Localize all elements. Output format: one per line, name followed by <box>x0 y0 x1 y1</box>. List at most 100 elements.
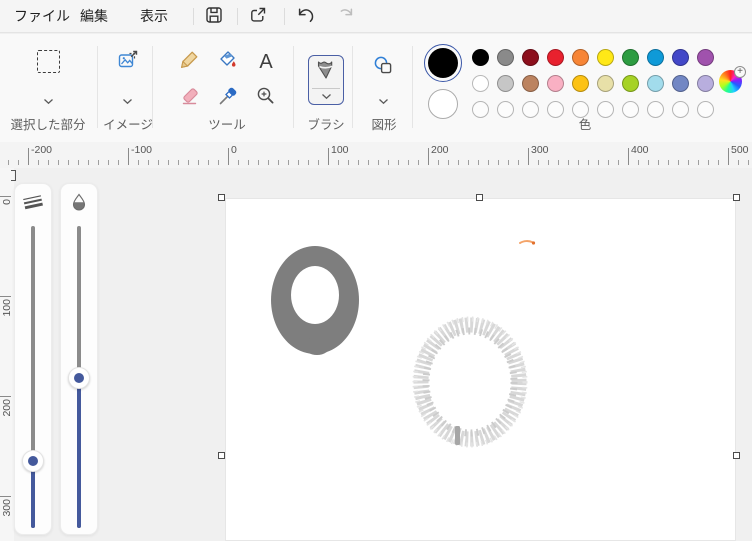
color-swatch[interactable] <box>697 74 714 92</box>
color-swatch[interactable] <box>572 74 589 92</box>
color-swatch[interactable] <box>672 48 689 66</box>
ruler-label: 500 <box>731 144 749 156</box>
ruler-tick <box>638 160 639 165</box>
color-swatch[interactable] <box>647 74 664 92</box>
vertical-ruler: 0 100 200 300 <box>0 168 14 541</box>
shapes-group-label: 図形 <box>371 118 397 132</box>
menu-view[interactable]: 表示 <box>136 0 172 33</box>
color-swatch[interactable] <box>622 74 639 92</box>
color-swatch[interactable] <box>622 48 639 66</box>
ruler-tick <box>718 160 719 165</box>
color-swatch[interactable] <box>547 48 564 66</box>
drawing-canvas[interactable] <box>225 198 736 541</box>
chevron-down-icon[interactable] <box>43 92 54 110</box>
ruler-tick <box>728 148 729 165</box>
eyedropper-tool-button[interactable] <box>216 86 240 110</box>
selection-handle-middle-right[interactable] <box>733 452 740 459</box>
horizontal-ruler: -200 -100 0 100 200 300 400 500 <box>0 142 752 168</box>
empty-color-swatch[interactable] <box>647 100 664 118</box>
empty-color-swatch[interactable] <box>697 100 714 118</box>
chevron-down-icon[interactable] <box>378 92 389 110</box>
ruler-tick <box>128 148 129 165</box>
color-swatch[interactable] <box>472 74 489 92</box>
color-swatch[interactable] <box>497 74 514 92</box>
color-swatch[interactable] <box>697 48 714 66</box>
ruler-label: 0 <box>1 199 13 205</box>
ruler-tick <box>338 160 339 165</box>
opacity-slider-thumb[interactable] <box>68 367 90 389</box>
color-swatch[interactable] <box>672 74 689 92</box>
text-tool-button[interactable]: A <box>254 50 278 74</box>
opacity-droplet-icon <box>61 190 97 214</box>
undo-button[interactable] <box>291 4 319 30</box>
brush-dropdown[interactable] <box>309 89 343 104</box>
save-button[interactable] <box>200 4 228 30</box>
empty-color-swatch[interactable] <box>622 100 639 118</box>
selection-group-label: 選択した部分 <box>10 118 86 132</box>
selection-handle-top-left[interactable] <box>218 194 225 201</box>
pencil-tool-button[interactable] <box>178 50 202 74</box>
selection-handle-middle-left[interactable] <box>218 452 225 459</box>
shapes-icon <box>373 55 395 82</box>
selection-tool-button[interactable] <box>36 49 60 73</box>
background-color-swatch[interactable] <box>428 89 458 119</box>
empty-color-swatch[interactable] <box>497 100 514 118</box>
ruler-label: 300 <box>531 144 549 156</box>
ruler-tick <box>408 160 409 165</box>
color-swatch[interactable] <box>547 74 564 92</box>
ruler-label: 100 <box>1 299 13 317</box>
share-button[interactable] <box>244 4 272 30</box>
ruler-tick <box>368 160 369 165</box>
menu-file[interactable]: ファイル <box>10 0 74 33</box>
ruler-tick <box>418 160 419 165</box>
add-color-icon[interactable]: + <box>734 66 746 78</box>
orange-dash-dot <box>531 241 536 245</box>
color-swatch[interactable] <box>472 48 489 66</box>
ruler-label: 400 <box>631 144 649 156</box>
save-icon <box>204 5 224 30</box>
ruler-tick <box>188 160 189 165</box>
stroke-width-slider-thumb[interactable] <box>22 450 44 472</box>
ruler-tick <box>198 160 199 165</box>
shapes-tool-button[interactable] <box>372 56 396 80</box>
empty-color-swatch[interactable] <box>522 100 539 118</box>
ruler-tick <box>518 160 519 165</box>
chevron-down-icon[interactable] <box>122 92 133 110</box>
empty-color-swatch[interactable] <box>472 100 489 118</box>
selection-handle-top-center[interactable] <box>476 194 483 201</box>
empty-color-swatch[interactable] <box>672 100 689 118</box>
marker-ring-tail <box>304 337 330 355</box>
color-swatch[interactable] <box>497 48 514 66</box>
ruler-tick <box>698 160 699 165</box>
color-swatch[interactable] <box>522 48 539 66</box>
redo-button[interactable] <box>332 4 360 30</box>
ruler-label: 0 <box>231 144 237 156</box>
menu-bar: ファイル 編集 表示 <box>0 0 752 33</box>
ruler-tick <box>348 160 349 165</box>
fill-tool-button[interactable] <box>216 50 240 74</box>
color-swatch[interactable] <box>572 48 589 66</box>
selection-handle-top-right[interactable] <box>733 194 740 201</box>
image-tool-button[interactable] <box>116 50 140 74</box>
color-swatch[interactable] <box>597 48 614 66</box>
paint-window: ファイル 編集 表示 選択した部分 イメージ A ツール ブラシ 図形 + 色 … <box>0 0 752 541</box>
selection-rect-icon <box>36 49 60 73</box>
foreground-color-swatch[interactable] <box>424 44 462 82</box>
ruler-tick <box>28 148 29 165</box>
ruler-tick <box>468 160 469 165</box>
opacity-slider-fill <box>77 378 81 528</box>
color-swatch[interactable] <box>647 48 664 66</box>
eraser-tool-button[interactable] <box>178 86 202 110</box>
color-swatch[interactable] <box>522 74 539 92</box>
ruler-label: 300 <box>1 499 13 517</box>
ruler-tick <box>58 160 59 165</box>
magnifier-tool-button[interactable] <box>254 86 278 110</box>
menu-edit[interactable]: 編集 <box>76 0 112 33</box>
ruler-tick <box>228 148 229 165</box>
color-swatch[interactable] <box>597 74 614 92</box>
fill-bucket-icon <box>217 49 239 76</box>
menubar-separator <box>237 8 238 25</box>
redo-icon <box>336 5 356 30</box>
toolbar-separator <box>152 46 153 128</box>
brush-tool-button[interactable] <box>308 55 344 105</box>
